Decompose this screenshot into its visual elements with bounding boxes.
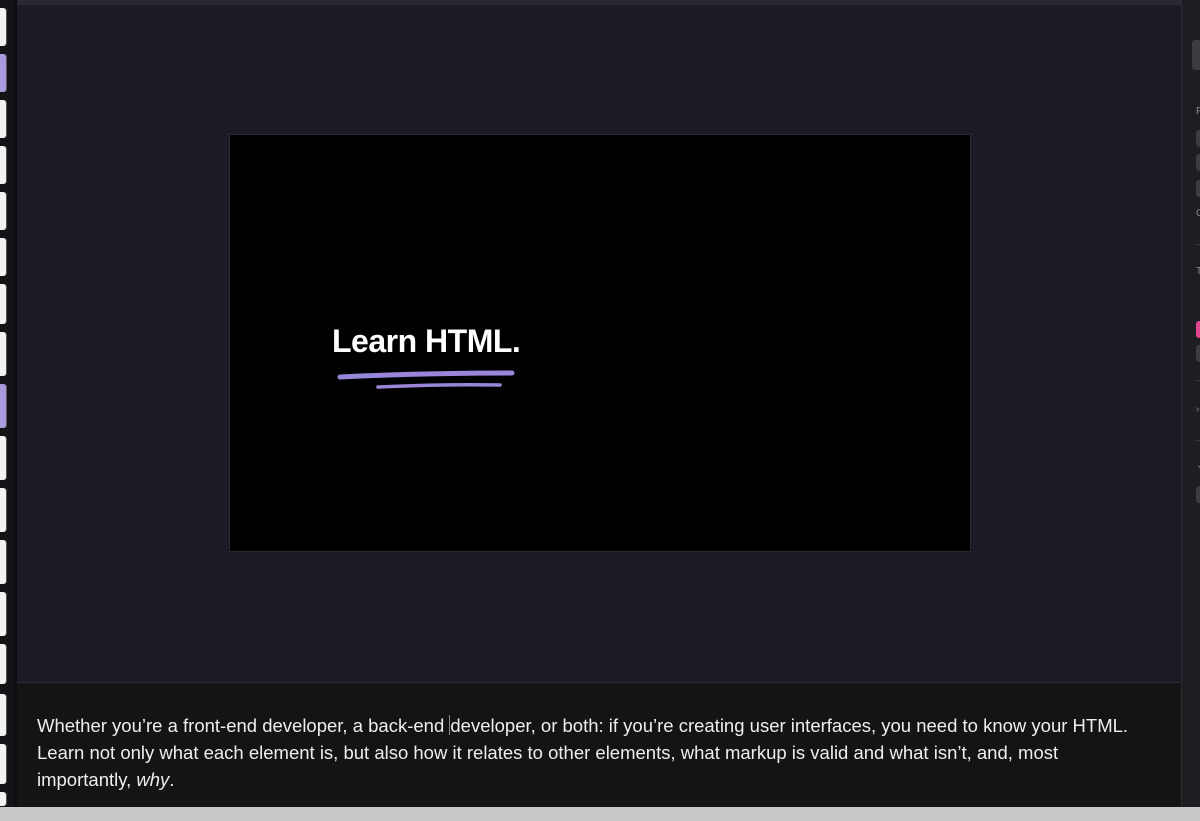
slide-title-underline [337, 370, 515, 389]
slide-thumbnail[interactable] [0, 238, 6, 276]
slide-thumbnail-selected[interactable] [0, 54, 6, 92]
chevron-right-icon[interactable]: › [1196, 404, 1199, 415]
slide-thumbnail[interactable] [0, 644, 6, 684]
slide-thumbnail[interactable] [0, 540, 6, 584]
chevron-down-icon[interactable]: ⌄ [1196, 460, 1200, 471]
slide-title[interactable]: Learn HTML. [332, 323, 521, 360]
slide-thumbnail-selected[interactable] [0, 384, 6, 428]
slide-thumbnail-strip[interactable] [0, 0, 17, 807]
notes-emphasis: why [136, 769, 170, 790]
slide-thumbnail[interactable] [0, 284, 6, 324]
notes-text[interactable]: Whether you’re a front-end developer, a … [37, 712, 1157, 793]
inspector-checkbox[interactable] [1196, 154, 1200, 171]
inspector-divider [1196, 244, 1200, 245]
slide-thumbnail[interactable] [0, 146, 6, 184]
color-swatch[interactable] [1196, 321, 1200, 338]
slide[interactable]: Learn HTML. [230, 135, 970, 551]
inspector-label: F [1196, 106, 1200, 117]
slide-thumbnail[interactable] [0, 592, 6, 636]
slide-thumbnail[interactable] [0, 8, 6, 46]
inspector-checkbox[interactable] [1196, 130, 1200, 147]
inspector-control[interactable] [1192, 40, 1200, 70]
slide-thumbnail[interactable] [0, 332, 6, 376]
inspector-label: T [1196, 266, 1200, 277]
slide-thumbnail[interactable] [0, 694, 6, 736]
slide-thumbnail[interactable] [0, 100, 6, 138]
inspector-divider [1196, 440, 1200, 441]
notes-text-part: . [169, 769, 175, 790]
slide-thumbnail[interactable] [0, 192, 6, 230]
slide-thumbnail[interactable] [0, 488, 6, 532]
inspector-control[interactable] [1196, 486, 1200, 503]
slide-canvas[interactable]: Learn HTML. [17, 5, 1181, 681]
inspector-label: C [1196, 208, 1200, 219]
slide-thumbnail[interactable] [0, 792, 6, 806]
notes-text-part: Whether you’re a front-end developer, a … [37, 715, 450, 736]
inspector-control[interactable] [1196, 345, 1200, 362]
presenter-notes[interactable]: Whether you’re a front-end developer, a … [17, 682, 1181, 808]
slide-thumbnail[interactable] [0, 744, 6, 784]
inspector-panel[interactable]: F C T › ⌄ [1181, 0, 1200, 807]
inspector-checkbox[interactable] [1196, 180, 1200, 197]
inspector-divider [1196, 380, 1200, 381]
slide-thumbnail[interactable] [0, 436, 6, 480]
window-bottom-edge [0, 807, 1200, 821]
